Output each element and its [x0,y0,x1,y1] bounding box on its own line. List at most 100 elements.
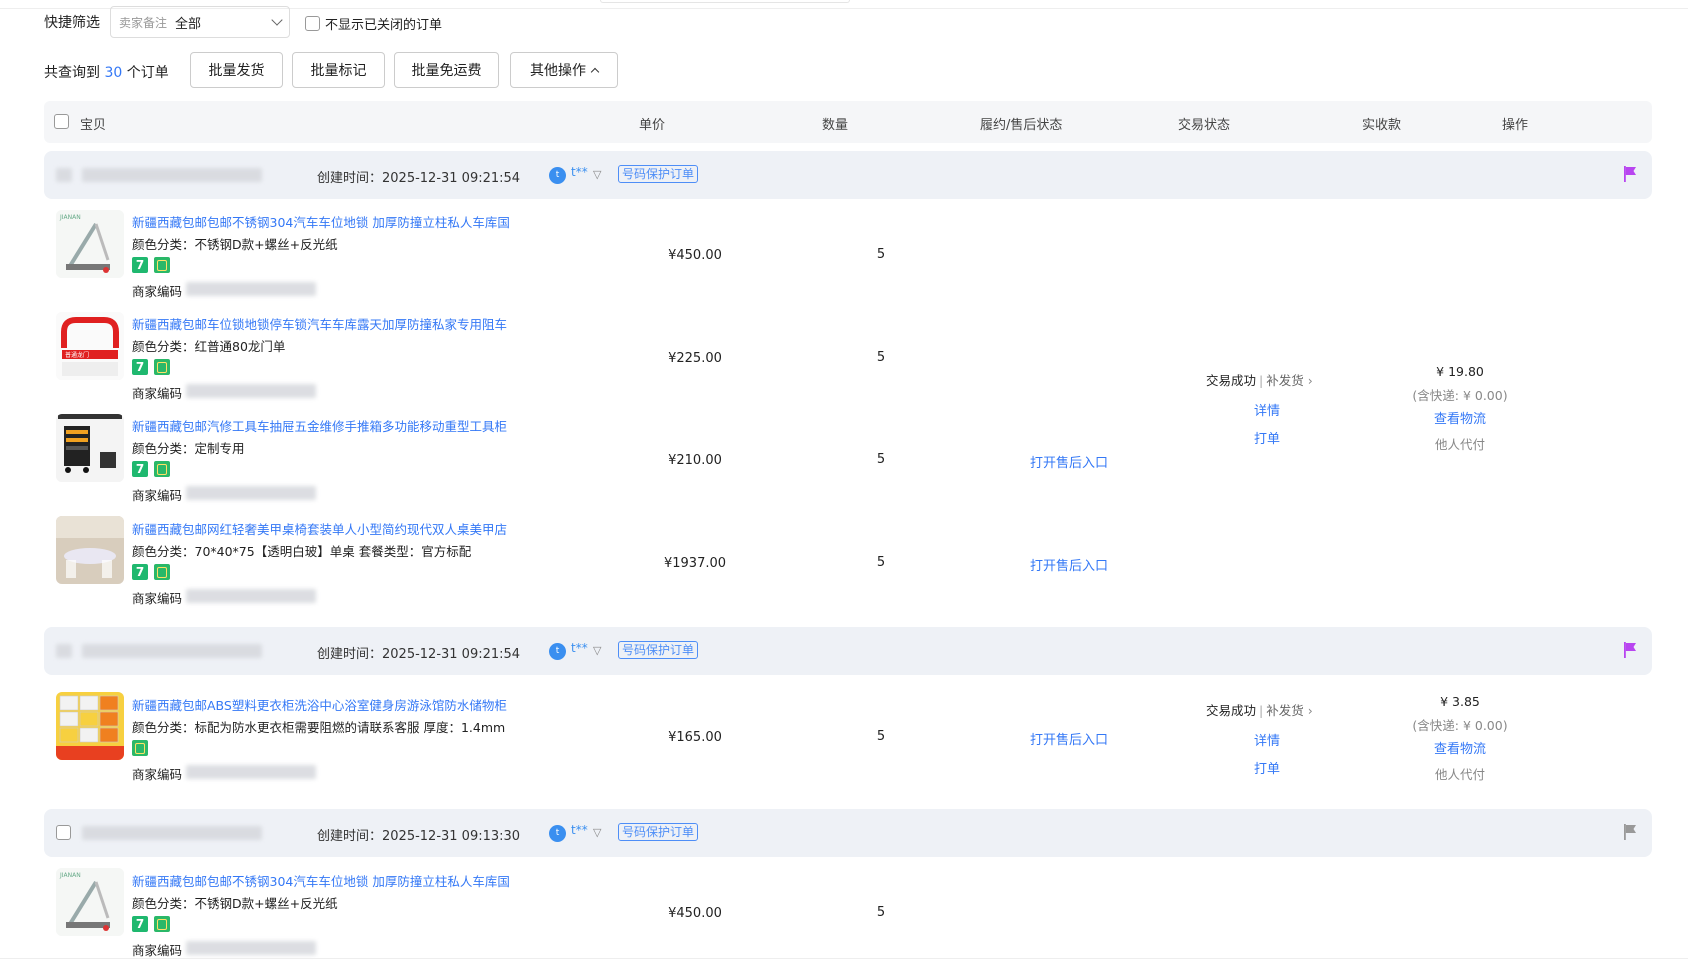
shipping-fee: (含快递: ¥ 0.00) [1412,718,1508,733]
other-operations-button[interactable]: 其他操作 [510,52,618,88]
batch-free-shipping-button[interactable]: 批量免运费 [394,52,499,88]
hide-closed-checkbox[interactable] [305,16,320,31]
bottom-divider [0,958,1688,959]
seven-day-return-icon: 7 [132,916,148,932]
payer-info: 他人代付 [1434,437,1485,452]
header-price: 单价 [639,118,666,133]
header-quantity: 数量 [822,118,849,133]
svg-text:JIANAN: JIANAN [59,214,81,221]
item-quantity: 5 [876,905,886,920]
batch-mark-button[interactable]: 批量标记 [292,52,385,88]
number-protection-badge: 号码保护订单 [618,165,699,183]
item-quantity: 5 [876,350,886,365]
shipping-fee: (含快递: ¥ 0.00) [1412,388,1508,403]
flag-icon[interactable] [1622,641,1638,659]
quick-filter-label: 快捷筛选 [44,15,100,31]
guarantee-icon [154,916,170,932]
item-quantity: 5 [876,555,886,570]
product-title-link[interactable]: 新疆西藏包邮网红轻奢美甲桌椅套装单人小型简约现代双人桌美甲店 [132,519,507,538]
filter-icon[interactable]: ▽ [593,168,601,181]
order-group-header: 创建时间：2025-12-31 09:21:54 t t** ▽ 号码保护订单 [44,627,1652,675]
buyer-name[interactable]: t** [571,641,588,655]
product-thumbnail[interactable]: 普通龙门 [56,312,124,380]
filter-icon[interactable]: ▽ [593,826,601,839]
header-received: 实收款 [1362,118,1402,133]
item-price: ¥450.00 [668,906,722,921]
item-quantity: 5 [876,247,886,262]
seller-code-label: 商家编码 [132,943,183,958]
redacted-order-id [82,644,262,658]
header-fulfillment: 履约/售后状态 [980,118,1063,133]
view-logistics-link[interactable]: 查看物流 [1400,408,1520,427]
guarantee-icon [154,359,170,375]
trade-status: 交易成功 | 补发货 › [1206,373,1313,388]
seven-day-return-icon: 7 [132,359,148,375]
view-logistics-link[interactable]: 查看物流 [1400,738,1520,757]
seven-day-return-icon: 7 [132,257,148,273]
product-thumbnail[interactable]: JIANAN [56,868,124,936]
buyer-name[interactable]: t** [571,823,588,837]
product-variant: 颜色分类：不锈钢D款+螺丝+反光纸 [132,896,338,911]
seller-note-value: 全部 [175,16,202,32]
seller-note-select[interactable]: 卖家备注 全部 [110,6,290,38]
item-price: ¥1937.00 [663,556,727,571]
item-price: ¥450.00 [668,248,722,263]
svg-text:JIANAN: JIANAN [59,872,81,879]
product-thumbnail[interactable]: JIANAN [56,210,124,278]
product-title-link[interactable]: 新疆西藏包邮包邮不锈钢304汽车车位地锁 加厚防撞立柱私人车库国 [132,212,510,231]
product-thumbnail[interactable] [56,692,124,760]
buyer-avatar-icon[interactable]: t [549,825,566,842]
hide-closed-orders-toggle[interactable]: 不显示已关闭的订单 [305,14,442,33]
order-detail-link[interactable]: 详情 [1254,400,1280,419]
top-search-edge [600,0,850,3]
product-variant: 颜色分类：70*40*75【透明白玻】单桌 套餐类型：官方标配 [132,544,472,559]
product-title-link[interactable]: 新疆西藏包邮ABS塑料更衣柜洗浴中心浴室健身房游泳馆防水储物柜 [132,695,507,714]
product-variant: 颜色分类：定制专用 [132,441,245,456]
chevron-up-icon [590,67,600,77]
order-created-time: 创建时间：2025-12-31 09:21:54 [317,171,521,186]
product-thumbnail[interactable] [56,516,124,584]
open-after-sales-link[interactable]: 打开售后入口 [1030,729,1108,748]
flag-icon[interactable] [1622,823,1638,841]
product-thumbnail[interactable] [56,414,124,482]
seller-code-label: 商家编码 [132,591,183,606]
print-order-link[interactable]: 打单 [1254,758,1280,777]
product-variant: 颜色分类：不锈钢D款+螺丝+反光纸 [132,237,338,252]
order-group-header: 创建时间：2025-12-31 09:21:54 t t** ▽ 号码保护订单 [44,151,1652,199]
reship-link[interactable]: 补发货 [1266,373,1304,388]
order-count-prefix: 共查询到 [44,65,100,81]
order-select-checkbox[interactable] [56,825,71,840]
trade-status: 交易成功 | 补发货 › [1206,703,1313,718]
open-after-sales-link[interactable]: 打开售后入口 [1030,452,1108,471]
order-group-header: 创建时间：2025-12-31 09:13:30 t t** ▽ 号码保护订单 [44,809,1652,857]
service-tags [132,740,148,756]
seller-code-label: 商家编码 [132,386,183,401]
print-order-link[interactable]: 打单 [1254,428,1280,447]
select-all-checkbox[interactable] [54,114,69,129]
filter-icon[interactable]: ▽ [593,644,601,657]
item-quantity: 5 [876,452,886,467]
redacted-text [56,168,72,182]
open-after-sales-link[interactable]: 打开售后入口 [1030,555,1108,574]
buyer-name[interactable]: t** [571,165,588,179]
guarantee-icon [154,461,170,477]
order-detail-link[interactable]: 详情 [1254,730,1280,749]
seller-code-label: 商家编码 [132,284,183,299]
buyer-avatar-icon[interactable]: t [549,643,566,660]
product-title-link[interactable]: 新疆西藏包邮汽修工具车抽屉五金维修手推箱多功能移动重型工具柜 [132,416,507,435]
product-title-link[interactable]: 新疆西藏包邮车位锁地锁停车锁汽车车库露天加厚防撞私家专用阻车 [132,314,507,333]
reship-link[interactable]: 补发货 [1266,703,1304,718]
seven-day-return-icon: 7 [132,461,148,477]
other-operations-label: 其他操作 [530,63,586,79]
product-title-link[interactable]: 新疆西藏包邮包邮不锈钢304汽车车位地锁 加厚防撞立柱私人车库国 [132,871,510,890]
item-quantity: 5 [876,729,886,744]
product-variant: 颜色分类：标配为防水更衣柜需要阻燃的请联系客服 厚度：1.4mm [132,720,506,735]
order-list-page: 快捷筛选 卖家备注 全部 不显示已关闭的订单 共查询到 30 个订单 批量发货 … [0,0,1688,962]
batch-ship-button[interactable]: 批量发货 [190,52,283,88]
chevron-down-icon [271,14,283,26]
payer-info: 他人代付 [1434,767,1485,782]
redacted-text [56,644,72,658]
flag-icon[interactable] [1622,165,1638,183]
buyer-avatar-icon[interactable]: t [549,167,566,184]
redacted-seller-code [186,282,316,296]
